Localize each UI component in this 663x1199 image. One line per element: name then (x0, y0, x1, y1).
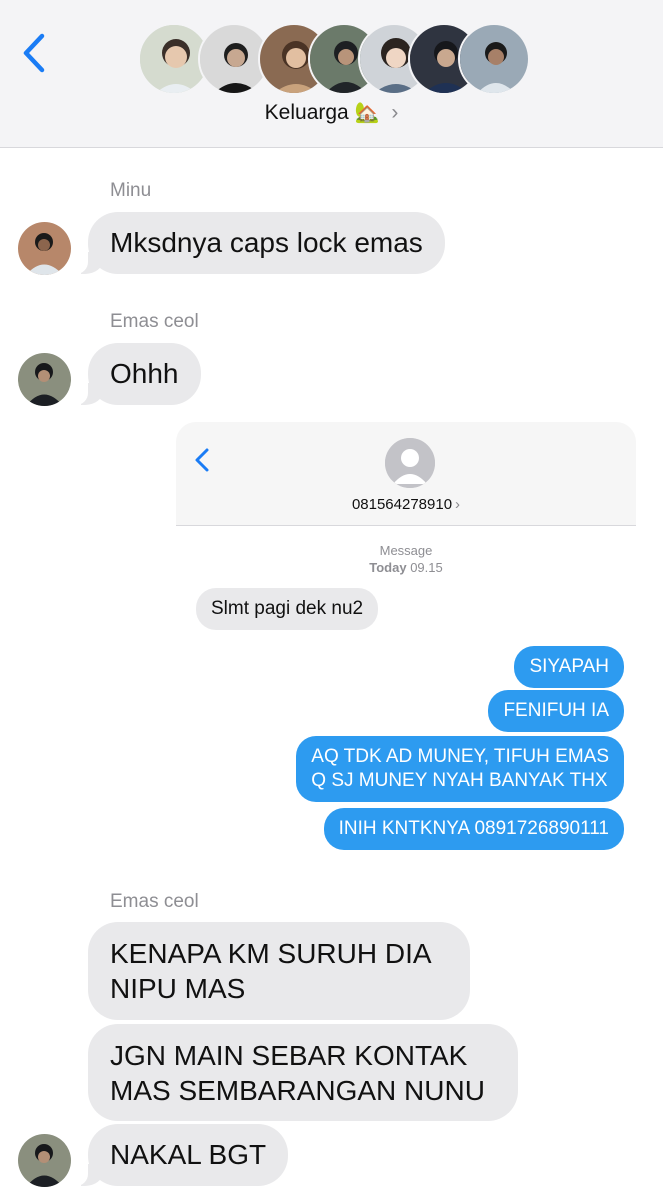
outgoing-bubble: FENIFUH IA (488, 690, 624, 732)
back-chevron-icon (195, 448, 209, 472)
group-name: Keluarga (264, 101, 349, 124)
house-emoji-icon: 🏡 (354, 102, 380, 124)
sender-name: Emas ceol (110, 311, 199, 332)
contact-placeholder-icon (385, 438, 435, 488)
outgoing-line: Q SJ MUNEY NYAH BANYAK THX (311, 770, 608, 791)
outgoing-bubble: AQ TDK AD MUNEY, TIFUH EMAS Q SJ MUNEY N… (296, 736, 624, 802)
back-chevron-icon[interactable] (18, 30, 52, 76)
member-avatar (458, 23, 530, 95)
group-avatars[interactable] (138, 23, 538, 97)
message-bubble[interactable]: Ohhh (74, 343, 201, 405)
message-bubble[interactable]: Mksdnya caps lock emas (74, 212, 445, 274)
message-bubble[interactable]: NAKAL BGT (73, 1124, 289, 1186)
date-time: 09.15 (410, 560, 443, 575)
sender-name: Minu (110, 180, 152, 201)
shared-screenshot-image[interactable]: 081564278910 › Message Today 09.15 Slmt p… (176, 422, 636, 862)
date-label: Today 09.15 (176, 559, 636, 576)
message-line: NIPU MAS (110, 973, 246, 1004)
message-bubble[interactable]: JGN MAIN SEBAR KONTAK MAS SEMBARANGAN NU… (88, 1024, 518, 1121)
screenshot-header: 081564278910 › (176, 422, 636, 526)
conversation-header: Keluarga 🏡 › (0, 0, 663, 148)
service-label: Message (379, 543, 433, 558)
outgoing-bubble: SIYAPAH (514, 646, 624, 688)
message-line: KENAPA KM SURUH DIA (110, 938, 432, 969)
sender-avatar (18, 222, 71, 275)
message-timestamp: Message Today 09.15 (176, 542, 636, 576)
group-name-button[interactable]: Keluarga 🏡 › (0, 100, 663, 125)
sender-avatar (18, 1134, 71, 1187)
message-line: MAS SEMBARANGAN NUNU (110, 1075, 485, 1106)
contact-number: 081564278910 › (176, 496, 636, 513)
date-day: Today (369, 560, 407, 575)
message-line: JGN MAIN SEBAR KONTAK (110, 1040, 468, 1071)
sender-avatar (18, 353, 71, 406)
outgoing-bubble: INIH KNTKNYA 0891726890111 (323, 808, 624, 850)
chevron-right-icon: › (391, 101, 399, 124)
message-bubble[interactable]: KENAPA KM SURUH DIA NIPU MAS (88, 922, 470, 1020)
chevron-right-icon: › (455, 496, 461, 513)
message-text: Ohhh (110, 358, 179, 389)
sender-name: Emas ceol (110, 891, 199, 912)
incoming-bubble: Slmt pagi dek nu2 (196, 588, 379, 630)
contact-number-text: 081564278910 (351, 496, 453, 513)
message-text: Mksdnya caps lock emas (110, 227, 423, 258)
message-text: NAKAL BGT (110, 1139, 267, 1170)
outgoing-line: AQ TDK AD MUNEY, TIFUH EMAS (311, 746, 609, 767)
